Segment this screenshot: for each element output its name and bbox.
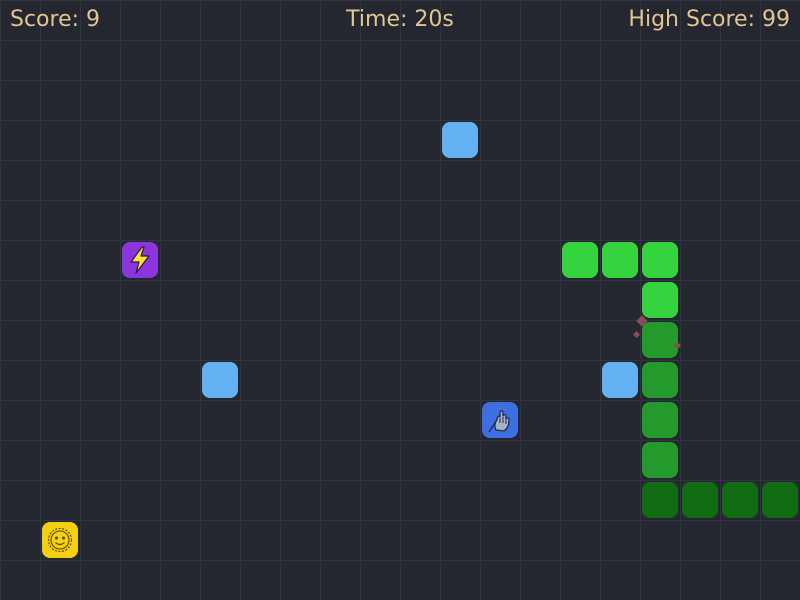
snake-segment xyxy=(642,322,678,358)
snake-segment xyxy=(642,402,678,438)
game-board[interactable]: Score: 9 Time: 20s High Score: 99 xyxy=(0,0,800,600)
snake-segment xyxy=(562,242,598,278)
smiling-sun-icon xyxy=(47,527,73,553)
timer-display: Time: 20s xyxy=(346,7,454,32)
high-score-display: High Score: 99 xyxy=(628,7,790,32)
score-display: Score: 9 xyxy=(10,7,101,32)
snake-segment xyxy=(762,482,798,518)
snake-segment xyxy=(642,362,678,398)
snake-segment xyxy=(642,442,678,478)
food-pellet xyxy=(202,362,238,398)
snake-segment xyxy=(722,482,758,518)
ghost-hand-icon xyxy=(488,410,510,433)
snake-segment xyxy=(642,282,678,318)
speed-powerup xyxy=(122,242,158,278)
lightning-bolt-icon xyxy=(130,246,150,274)
food-pellet xyxy=(442,122,478,158)
ghost-powerup xyxy=(482,402,518,438)
snake-segment xyxy=(682,482,718,518)
snake-segment xyxy=(642,482,678,518)
sun-powerup xyxy=(42,522,78,558)
particle xyxy=(632,330,641,339)
snake-segment xyxy=(642,242,678,278)
food-pellet xyxy=(602,362,638,398)
snake-segment xyxy=(602,242,638,278)
